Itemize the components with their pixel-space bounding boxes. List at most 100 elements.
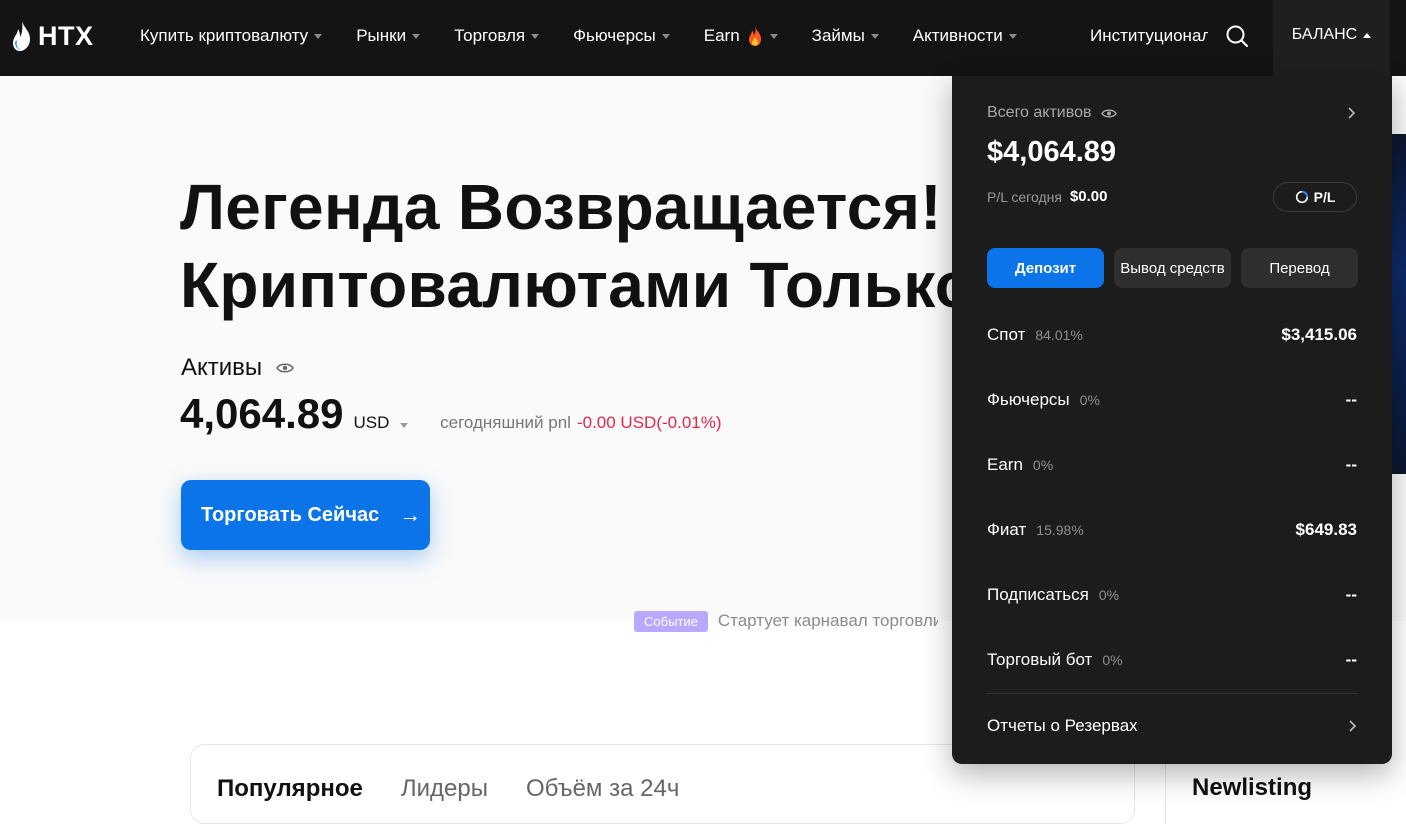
nav-item-markets[interactable]: Рынки — [356, 26, 421, 46]
event-ticker[interactable]: Событие Стартует карнавал торговли — [634, 608, 938, 634]
assets-label-row: Активы — [181, 354, 295, 382]
pie-chart-icon — [1295, 190, 1308, 204]
pnl-label: сегодняшний pnl — [440, 413, 571, 432]
fire-icon — [748, 26, 761, 46]
newlisting-title: Newlisting — [1192, 774, 1313, 801]
account-value: -- — [1345, 649, 1357, 669]
caret-down-icon — [412, 33, 421, 39]
caret-down-icon — [314, 33, 323, 39]
account-percent: 84.01% — [1035, 326, 1083, 343]
hero-title-line1: Легенда Возвращается! — [180, 171, 942, 243]
transfer-button[interactable]: Перевод — [1241, 248, 1358, 288]
chevron-right-icon — [1349, 720, 1357, 732]
account-row-trading-bot[interactable]: Торговый бот 0% -- — [987, 627, 1357, 692]
account-row-futures[interactable]: Фьючерсы 0% -- — [987, 367, 1357, 432]
account-row-spot[interactable]: Спот 84.01% $3,415.06 — [987, 302, 1357, 367]
nav-item-label: Займы — [811, 26, 865, 45]
top-nav: HTX Купить криптовалюту Рынки Торговля Ф… — [0, 0, 1406, 76]
nav-item-buy-crypto[interactable]: Купить криптовалюту — [140, 26, 323, 46]
pnl-value: -0.00 USD(-0.01%) — [576, 413, 722, 432]
account-name: Фьючерсы — [987, 389, 1070, 409]
caret-down-icon — [400, 423, 409, 428]
nav-item-label: Институциональные — [1090, 26, 1208, 45]
account-name: Подписаться — [987, 584, 1089, 604]
pl-today-label: P/L сегодня — [987, 188, 1062, 205]
balance-dropdown: Всего активов $4,064.89 P/L сегодня $0.0… — [952, 76, 1392, 764]
caret-down-icon — [870, 33, 879, 39]
total-assets-label: Всего активов — [987, 104, 1092, 121]
nav-item-label: Фьючерсы — [573, 26, 656, 45]
nav-item-trade[interactable]: Торговля — [454, 26, 540, 46]
hero-title: Легенда Возвращается! Криптовалютами Тол… — [180, 168, 974, 324]
hero-title-line2: Криптовалютами Только — [180, 249, 975, 321]
trade-now-label: Торговать Сейчас — [201, 503, 380, 526]
event-badge: Событие — [634, 610, 708, 632]
eye-icon[interactable] — [276, 362, 295, 374]
account-percent: 15.98% — [1036, 521, 1084, 538]
account-name: Earn — [987, 454, 1023, 474]
account-percent: 0% — [1032, 456, 1054, 473]
market-tabs: Популярное Лидеры Объём за 24ч — [217, 775, 717, 803]
event-text: Стартует карнавал торговли — [717, 611, 938, 630]
logo-text: HTX — [38, 20, 94, 51]
nav-item-label: Торговля — [454, 26, 526, 45]
tab-volume-24h[interactable]: Объём за 24ч — [526, 775, 679, 803]
account-percent: 0% — [1079, 391, 1100, 408]
account-name: Спот — [987, 324, 1026, 344]
htx-logo[interactable]: HTX — [10, 18, 94, 54]
account-row-earn[interactable]: Earn 0% -- — [987, 432, 1357, 497]
pl-today-row: P/L сегодня $0.00 — [987, 188, 1107, 205]
reserves-report-link[interactable]: Отчеты о Резервах — [987, 706, 1357, 746]
arrow-right-icon: → — [399, 502, 422, 527]
divider — [987, 693, 1357, 694]
assets-value-row: 4,064.89 USD сегодняшний pnl -0.00 USD(-… — [180, 390, 722, 438]
nav-item-futures[interactable]: Фьючерсы — [573, 26, 670, 46]
account-value: -- — [1345, 584, 1357, 604]
tab-popular[interactable]: Популярное — [217, 775, 363, 803]
pl-button-label: P/L — [1313, 189, 1336, 205]
caret-up-icon — [1363, 32, 1372, 38]
caret-down-icon — [1008, 33, 1017, 39]
account-percent: 0% — [1102, 651, 1123, 668]
caret-down-icon — [769, 33, 778, 39]
balance-label: БАЛАНС — [1291, 26, 1358, 43]
nav-item-earn[interactable]: Earn — [704, 25, 778, 47]
account-value: $3,415.06 — [1281, 324, 1357, 344]
promo-banner-art — [1390, 134, 1406, 474]
nav-menu: Купить криптовалюту Рынки Торговля Фьюче… — [140, 0, 1051, 72]
pl-today-value: $0.00 — [1069, 188, 1108, 205]
currency-selector[interactable]: USD — [354, 413, 409, 433]
nav-item-label: Earn — [703, 26, 740, 45]
withdraw-button[interactable]: Вывод средств — [1114, 248, 1231, 288]
balance-button[interactable]: БАЛАНС — [1273, 0, 1390, 76]
account-list: Спот 84.01% $3,415.06 Фьючерсы 0% -- Ear… — [987, 302, 1357, 692]
account-row-subscribe[interactable]: Подписаться 0% -- — [987, 562, 1357, 627]
account-row-fiat[interactable]: Фиат 15.98% $649.83 — [987, 497, 1357, 562]
deposit-button[interactable]: Депозит — [987, 248, 1104, 288]
account-value: -- — [1345, 389, 1357, 409]
total-assets-label-row: Всего активов — [987, 104, 1118, 122]
pl-button[interactable]: P/L — [1273, 182, 1357, 212]
account-value: -- — [1345, 454, 1357, 474]
nav-item-activities[interactable]: Активности — [913, 26, 1017, 46]
flame-logo-icon — [13, 21, 30, 51]
currency-label: USD — [353, 413, 390, 432]
nav-item-label: Рынки — [356, 26, 407, 45]
chevron-right-icon[interactable] — [1346, 105, 1356, 121]
search-icon[interactable] — [1225, 24, 1249, 48]
balance-actions: Депозит Вывод средств Перевод — [987, 248, 1368, 288]
assets-label: Активы — [181, 354, 263, 381]
tab-leaders[interactable]: Лидеры — [401, 775, 488, 803]
nav-item-label: Активности — [912, 26, 1003, 45]
nav-item-institutional[interactable]: Институциональные — [1090, 0, 1208, 72]
nav-item-loans[interactable]: Займы — [812, 26, 879, 46]
caret-down-icon — [661, 33, 670, 39]
total-assets-value: $4,064.89 — [987, 136, 1117, 168]
reserves-label: Отчеты о Резервах — [987, 716, 1138, 735]
eye-icon[interactable] — [1101, 108, 1118, 119]
account-value: $649.83 — [1295, 519, 1357, 539]
account-name: Фиат — [987, 519, 1027, 539]
nav-item-label: Купить криптовалюту — [140, 26, 309, 45]
trade-now-button[interactable]: Торговать Сейчас → — [181, 480, 430, 550]
account-name: Торговый бот — [987, 649, 1093, 669]
